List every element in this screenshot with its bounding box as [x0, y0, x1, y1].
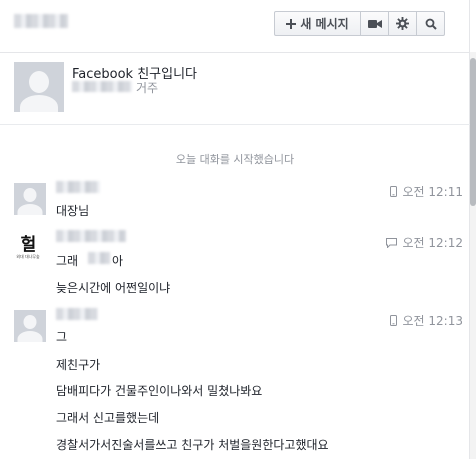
header-toolbar: 새 메시지 [274, 11, 445, 36]
header-divider [0, 52, 470, 53]
sender-avatar[interactable] [14, 310, 46, 342]
message-time: 오전 12:13 [402, 314, 463, 328]
friend-status-text: Facebook 친구입니다 [72, 67, 198, 82]
location-suffix: 거주 [136, 81, 159, 95]
message-text: 그 [56, 330, 68, 344]
gear-icon [396, 17, 409, 30]
message-text: 그래 [56, 254, 79, 268]
messenger-window: 새 메시지 Facebook 친구입니다 거주 오늘 대화를 시작했습니다 오전… [0, 0, 476, 459]
message-text: 늦은시간에 어쩐일이냐 [56, 281, 171, 295]
sender-avatar[interactable] [14, 183, 46, 215]
message-text: 담배피다가 건물주인이나와서 밀쳤나봐요 [56, 384, 263, 398]
message-text: 아 [112, 254, 124, 268]
message-timestamp: 오전 12:13 [389, 312, 463, 329]
message-text: 그래서 신고를했는데 [56, 411, 160, 425]
redacted-contact-name [14, 14, 68, 28]
message-time: 오전 12:11 [402, 185, 463, 199]
conversation-header: 새 메시지 [0, 0, 470, 50]
new-message-button[interactable]: 새 메시지 [275, 12, 360, 35]
search-button[interactable] [416, 12, 444, 35]
mobile-phone-icon [389, 315, 397, 326]
settings-button[interactable] [388, 12, 416, 35]
logo-caption: 외대 대나무숲 [16, 254, 40, 259]
contact-profile-avatar[interactable] [14, 62, 64, 112]
message-text: 제친구가 [56, 358, 101, 372]
redacted-name-in-text [88, 252, 110, 264]
new-message-label: 새 메시지 [300, 17, 349, 31]
redacted-location [72, 81, 132, 92]
video-camera-icon [367, 19, 382, 28]
message-time: 오전 12:12 [402, 236, 463, 250]
scrollbar-thumb[interactable] [470, 58, 476, 206]
chat-bubble-icon [385, 237, 397, 248]
logo-glyph: 헐 [20, 235, 37, 255]
mobile-phone-icon [389, 186, 397, 197]
plus-icon [286, 18, 297, 29]
redacted-sender-name [56, 181, 100, 193]
message-timestamp: 오전 12:11 [389, 183, 463, 200]
message-text: 경찰서가서진술서를쓰고 친구가 처벌을원한다고했대요 [56, 438, 329, 452]
redacted-sender-name [56, 308, 98, 320]
conversation-start-label: 오늘 대화를 시작했습니다 [175, 153, 295, 166]
video-call-button[interactable] [360, 12, 388, 35]
message-timestamp: 오전 12:12 [385, 234, 463, 251]
page-avatar-logo[interactable]: 헐 외대 대나무숲 [14, 234, 42, 262]
message-text: 대장님 [56, 204, 90, 218]
section-divider [0, 124, 470, 125]
redacted-sender-name [56, 230, 126, 242]
search-icon [425, 18, 437, 30]
